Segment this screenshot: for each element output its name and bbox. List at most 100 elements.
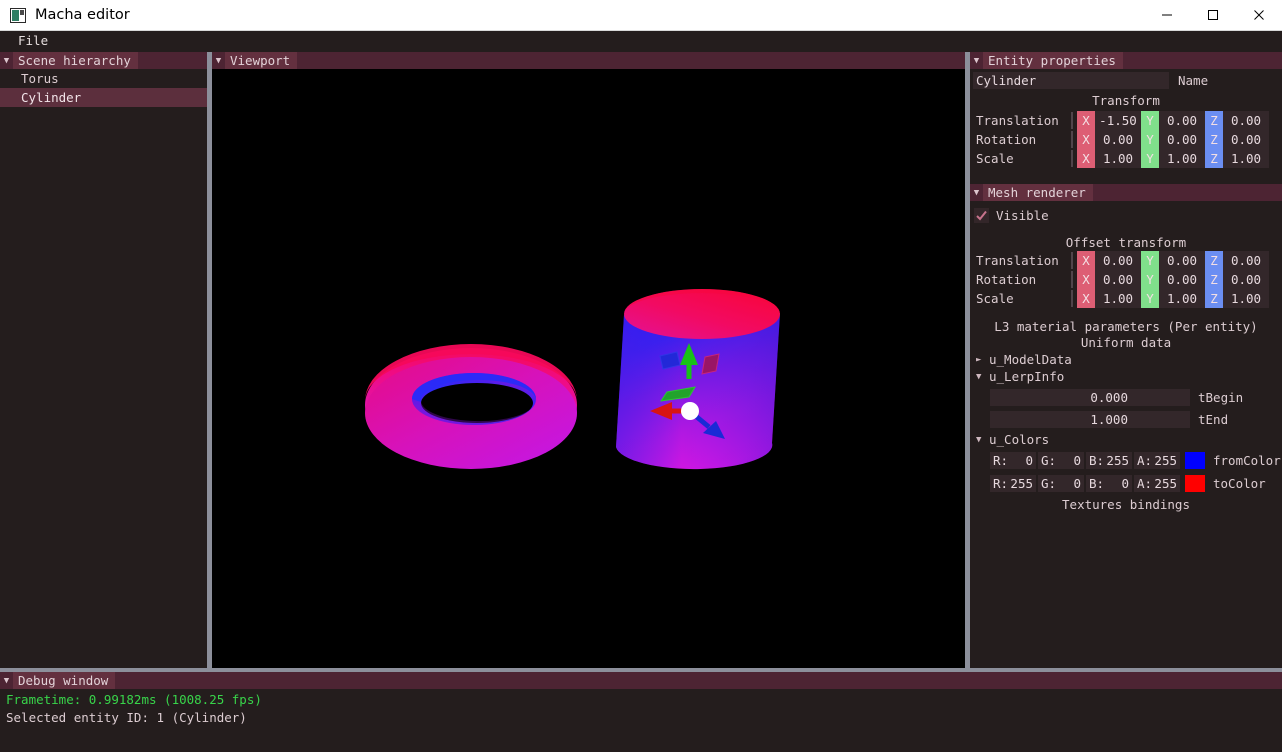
- entity-name-label: Name: [1178, 73, 1209, 88]
- checkmark-icon[interactable]: [974, 207, 989, 223]
- debug-window-header[interactable]: ▼ Debug window: [0, 672, 1282, 689]
- tree-node-u-lerpinfo[interactable]: ▼ u_LerpInfo: [970, 368, 1282, 385]
- viewport-canvas[interactable]: [212, 69, 970, 668]
- visible-label: Visible: [996, 207, 1049, 223]
- chevron-down-icon[interactable]: ▼: [0, 52, 13, 69]
- offset-scale-z[interactable]: 1.00: [1223, 289, 1269, 308]
- tocolor-b: B: 0: [1086, 475, 1132, 492]
- app-icon: [10, 7, 26, 23]
- offset-rotation-x[interactable]: 0.00: [1095, 270, 1141, 289]
- tbegin-input[interactable]: 0.000: [990, 388, 1190, 406]
- tree-node-u-modeldata[interactable]: ► u_ModelData: [970, 351, 1282, 368]
- mesh-renderer-header[interactable]: ▼ Mesh renderer: [970, 184, 1282, 201]
- debug-line-frametime: Frametime: 0.99182ms (1008.25 fps): [6, 692, 262, 707]
- transform-table: Translation X -1.50 Y 0.00 Z 0.00 Rotation …: [970, 111, 1282, 168]
- channel-value-a[interactable]: 255: [1154, 452, 1177, 469]
- tocolor-swatch[interactable]: [1185, 475, 1205, 492]
- channel-key-a: A:: [1137, 453, 1153, 468]
- title-bar: Macha editor: [0, 0, 1282, 31]
- axis-badge-z: Z: [1205, 149, 1223, 168]
- offset-row-rotation: Rotation X 0.00 Y 0.00 Z 0.00: [970, 270, 1282, 289]
- fromcolor-r: R: 0: [990, 452, 1036, 469]
- channel-value-g[interactable]: 0: [1073, 452, 1081, 469]
- tocolor-a: A: 255: [1134, 475, 1180, 492]
- channel-key-r: R:: [993, 476, 1009, 491]
- axis-badge-z: Z: [1205, 251, 1223, 270]
- channel-key-r: R:: [993, 453, 1009, 468]
- viewport-object-torus: [365, 344, 577, 469]
- offset-scale-y[interactable]: 1.00: [1159, 289, 1205, 308]
- transform-row-translation: Translation X -1.50 Y 0.00 Z 0.00: [970, 111, 1282, 130]
- offset-translation-x[interactable]: 0.00: [1095, 251, 1141, 270]
- tree-label-u-modeldata: u_ModelData: [989, 352, 1072, 367]
- offset-label-translation: Translation: [976, 253, 1059, 268]
- scene-hierarchy-title: Scene hierarchy: [13, 52, 138, 69]
- channel-value-b[interactable]: 255: [1106, 452, 1129, 469]
- transform-label-scale: Scale: [976, 151, 1014, 166]
- transform-scale-y[interactable]: 1.00: [1159, 149, 1205, 168]
- channel-value-r[interactable]: 255: [1010, 475, 1033, 492]
- tocolor-label: toColor: [1213, 476, 1266, 491]
- channel-value-g[interactable]: 0: [1073, 475, 1081, 492]
- offset-row-translation: Translation X 0.00 Y 0.00 Z 0.00: [970, 251, 1282, 270]
- tree-node-u-colors[interactable]: ▼ u_Colors: [970, 431, 1282, 448]
- chevron-down-icon[interactable]: ▼: [0, 672, 13, 689]
- transform-rotation-z[interactable]: 0.00: [1223, 130, 1269, 149]
- fromcolor-swatch[interactable]: [1185, 452, 1205, 469]
- menu-item-file[interactable]: File: [10, 33, 56, 50]
- divider: [1071, 252, 1073, 269]
- entity-name-input[interactable]: Cylinder: [973, 72, 1169, 89]
- viewport-header[interactable]: ▼ Viewport: [212, 52, 970, 69]
- viewport-object-cylinder: [616, 289, 780, 470]
- transform-translation-x[interactable]: -1.50: [1095, 111, 1141, 130]
- divider: [1071, 290, 1073, 307]
- channel-value-r[interactable]: 0: [1025, 452, 1033, 469]
- sidebar-item-torus[interactable]: Torus: [0, 69, 211, 88]
- entity-properties-title: Entity properties: [983, 52, 1123, 69]
- scene-hierarchy-header[interactable]: ▼ Scene hierarchy: [0, 52, 211, 69]
- channel-value-b[interactable]: 0: [1121, 475, 1129, 492]
- transform-translation-z[interactable]: 0.00: [1223, 111, 1269, 130]
- scene-hierarchy-panel: ▼ Scene hierarchy Torus Cylinder: [0, 52, 211, 668]
- chevron-down-icon[interactable]: ▼: [976, 372, 989, 382]
- minimize-button[interactable]: [1144, 0, 1190, 31]
- visible-checkbox-row[interactable]: Visible: [970, 205, 1282, 225]
- transform-rotation-x[interactable]: 0.00: [1095, 130, 1141, 149]
- transform-translation-y[interactable]: 0.00: [1159, 111, 1205, 130]
- debug-line-selected-entity: Selected entity ID: 1 (Cylinder): [6, 710, 247, 725]
- chevron-down-icon[interactable]: ▼: [970, 52, 983, 69]
- offset-translation-y[interactable]: 0.00: [1159, 251, 1205, 270]
- gizmo-center-handle: [681, 402, 699, 420]
- axis-badge-y: Y: [1141, 130, 1159, 149]
- transform-rotation-y[interactable]: 0.00: [1159, 130, 1205, 149]
- chevron-right-icon[interactable]: ►: [976, 355, 989, 365]
- window-title: Macha editor: [35, 7, 130, 23]
- channel-key-g: G:: [1041, 476, 1057, 491]
- transform-label-translation: Translation: [976, 113, 1059, 128]
- channel-value-a[interactable]: 255: [1154, 475, 1177, 492]
- close-button[interactable]: [1236, 0, 1282, 31]
- maximize-button[interactable]: [1190, 0, 1236, 31]
- axis-badge-x: X: [1077, 270, 1095, 289]
- tree-label-u-colors: u_Colors: [989, 432, 1050, 447]
- offset-scale-x[interactable]: 1.00: [1095, 289, 1141, 308]
- fromcolor-b: B: 255: [1086, 452, 1132, 469]
- chevron-down-icon[interactable]: ▼: [976, 435, 989, 445]
- transform-scale-x[interactable]: 1.00: [1095, 149, 1141, 168]
- axis-badge-y: Y: [1141, 289, 1159, 308]
- mesh-renderer-title: Mesh renderer: [983, 184, 1093, 201]
- chevron-down-icon[interactable]: ▼: [212, 52, 225, 69]
- debug-window-panel: ▼ Debug window Frametime: 0.99182ms (100…: [0, 672, 1282, 752]
- transform-scale-z[interactable]: 1.00: [1223, 149, 1269, 168]
- offset-translation-z[interactable]: 0.00: [1223, 251, 1269, 270]
- axis-badge-y: Y: [1141, 270, 1159, 289]
- offset-rotation-z[interactable]: 0.00: [1223, 270, 1269, 289]
- chevron-down-icon[interactable]: ▼: [970, 184, 983, 201]
- offset-rotation-y[interactable]: 0.00: [1159, 270, 1205, 289]
- offset-row-scale: Scale X 1.00 Y 1.00 Z 1.00: [970, 289, 1282, 308]
- entity-properties-header[interactable]: ▼ Entity properties: [970, 52, 1282, 69]
- axis-badge-y: Y: [1141, 251, 1159, 270]
- sidebar-item-cylinder[interactable]: Cylinder: [0, 88, 211, 107]
- gizmo-plane-xy: [701, 353, 720, 375]
- tend-input[interactable]: 1.000: [990, 410, 1190, 428]
